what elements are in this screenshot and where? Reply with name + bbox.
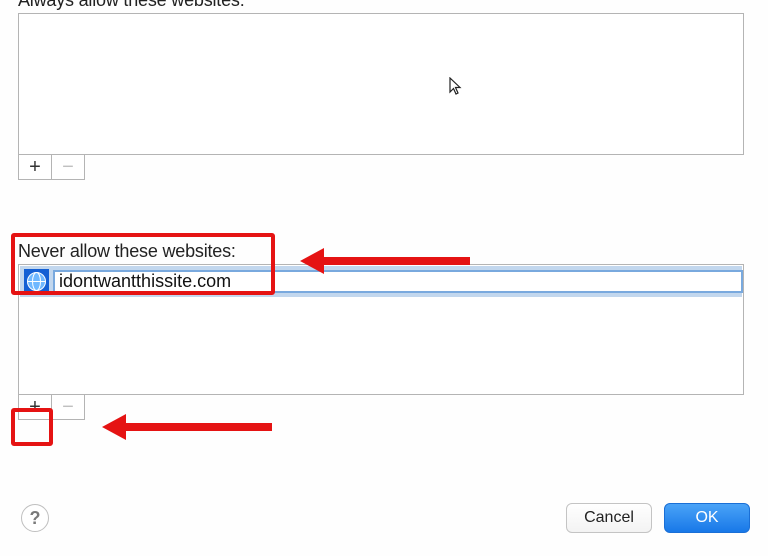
globe-icon — [24, 269, 49, 294]
always-allow-list[interactable] — [18, 13, 744, 155]
never-remove-button[interactable]: − — [51, 394, 85, 420]
never-allow-entry-row[interactable] — [20, 266, 742, 297]
never-allow-label: Never allow these websites: — [18, 241, 750, 262]
cancel-button[interactable]: Cancel — [566, 503, 652, 533]
never-add-button[interactable]: + — [18, 394, 52, 420]
help-button[interactable]: ? — [21, 504, 49, 532]
always-remove-button[interactable]: − — [51, 154, 85, 180]
dialog-footer: ? Cancel OK — [18, 496, 750, 540]
always-add-button[interactable]: + — [18, 154, 52, 180]
website-restrictions-pane: Always allow these websites: + − Never a… — [0, 0, 768, 546]
always-allow-button-strip: + − — [18, 154, 750, 180]
cursor-icon — [449, 77, 463, 97]
always-allow-label: Always allow these websites: — [18, 0, 750, 11]
never-allow-button-strip: + − — [18, 394, 750, 420]
ok-button[interactable]: OK — [664, 503, 750, 533]
never-allow-list[interactable] — [18, 264, 744, 395]
never-allow-entry-input[interactable] — [53, 270, 743, 293]
